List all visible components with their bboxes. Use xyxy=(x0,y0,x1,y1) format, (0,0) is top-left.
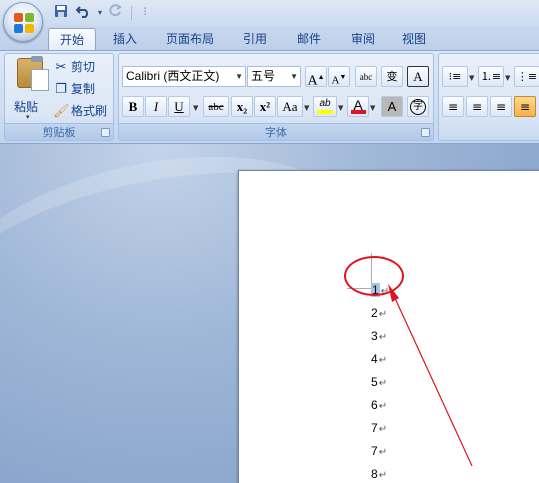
bullets-dropdown-icon[interactable]: ▼ xyxy=(469,74,474,82)
quick-access-toolbar: ▾ ⫶ xyxy=(0,0,539,28)
paste-dropdown-icon[interactable]: ▾ xyxy=(26,113,30,121)
phonetic-guide-button[interactable]: 变 xyxy=(381,66,403,87)
character-border-button[interactable]: A xyxy=(407,66,429,87)
paintbrush-icon: 🖌 xyxy=(53,104,70,119)
justify-button[interactable]: ≡ xyxy=(514,96,536,117)
font-size-dropdown-icon[interactable]: ▼ xyxy=(290,67,298,86)
font-size-value: 五号 xyxy=(251,69,276,83)
underline-dropdown-icon[interactable]: ▼ xyxy=(193,104,198,112)
cut-label: 剪切 xyxy=(71,60,96,74)
font-color-swatch xyxy=(351,110,366,114)
format-painter-button[interactable]: 🖌格式刷 xyxy=(53,101,107,121)
format-painter-label: 格式刷 xyxy=(71,104,108,118)
office-logo-icon xyxy=(14,13,34,33)
font-launcher-icon[interactable] xyxy=(421,128,430,137)
tab-mailings[interactable]: 邮件 xyxy=(287,28,331,50)
paste-icon xyxy=(17,56,49,91)
tab-references[interactable]: 引用 xyxy=(233,28,277,50)
clear-formatting-button[interactable]: abc xyxy=(355,66,377,87)
paragraph-group: ⁝≡ ▼ ⒈≡ ▼ ⋮≡ ≡ ≡ ≡ ≡ xyxy=(438,53,539,141)
tab-home[interactable]: 开始 xyxy=(48,28,96,50)
enclose-characters-button[interactable]: 字 xyxy=(407,96,429,117)
align-left-button[interactable]: ≡ xyxy=(442,96,464,117)
change-case-button[interactable]: Aa xyxy=(277,96,303,117)
font-group-label: 字体 xyxy=(119,123,433,140)
font-color-button[interactable]: A xyxy=(347,96,369,117)
tab-view[interactable]: 视图 xyxy=(392,28,436,50)
save-icon[interactable] xyxy=(52,4,70,22)
clipboard-group-label: 剪贴板 xyxy=(5,123,113,140)
subscript-button[interactable]: x₂ xyxy=(231,96,253,117)
clipboard-group: 粘贴 ▾ ✂ 剪切 ❐ 复制 🖌格式刷 剪贴板 xyxy=(4,53,114,141)
bullets-button[interactable]: ⁝≡ xyxy=(442,66,468,87)
text-highlight-button[interactable]: ab xyxy=(313,96,337,117)
cut-button[interactable]: ✂ 剪切 xyxy=(53,57,95,77)
shrink-font-button[interactable]: A▼ xyxy=(328,66,350,87)
highlight-color-swatch xyxy=(317,110,333,114)
undo-icon[interactable] xyxy=(74,4,92,22)
clipboard-launcher-icon[interactable] xyxy=(101,128,110,137)
font-name-dropdown-icon[interactable]: ▼ xyxy=(235,67,243,86)
change-case-dropdown-icon[interactable]: ▼ xyxy=(304,104,309,112)
copy-label: 复制 xyxy=(71,82,96,96)
font-name-select[interactable]: Calibri (西文正文) ▼ xyxy=(122,66,246,87)
office-button[interactable] xyxy=(3,2,43,42)
customize-qa-icon[interactable]: ⫶ xyxy=(136,4,154,22)
tab-review[interactable]: 审阅 xyxy=(341,28,385,50)
qa-separator xyxy=(131,6,132,20)
tab-page-layout[interactable]: 页面布局 xyxy=(158,28,222,50)
scissors-icon: ✂ xyxy=(55,60,67,75)
ribbon-tabs: 开始 插入 页面布局 引用 邮件 审阅 视图 xyxy=(0,26,539,50)
font-group: Calibri (西文正文) ▼ 五号 ▼ A▲ A▼ abc 变 A B I … xyxy=(118,53,434,141)
align-right-button[interactable]: ≡ xyxy=(490,96,512,117)
character-shading-button[interactable]: A xyxy=(381,96,403,117)
font-color-dropdown-icon[interactable]: ▼ xyxy=(370,104,375,112)
multilevel-list-button[interactable]: ⋮≡ xyxy=(514,66,539,87)
redo-icon[interactable] xyxy=(106,4,124,22)
grow-font-button[interactable]: A▲ xyxy=(305,66,327,89)
copy-icon: ❐ xyxy=(55,82,67,97)
paste-button[interactable]: 粘贴 ▾ xyxy=(11,56,49,122)
underline-button[interactable]: U xyxy=(168,96,190,117)
document-area: 1 ↵ 2↵ 3↵ 4↵ 5↵ 6↵ 7↵ 7↵ 8↵ xyxy=(0,144,539,483)
tab-insert[interactable]: 插入 xyxy=(103,28,147,50)
ribbon: 粘贴 ▾ ✂ 剪切 ❐ 复制 🖌格式刷 剪贴板 Calibri (西文正文) ▼ 五… xyxy=(0,50,539,144)
font-size-select[interactable]: 五号 ▼ xyxy=(247,66,301,87)
align-center-button[interactable]: ≡ xyxy=(466,96,488,117)
bold-button[interactable]: B xyxy=(122,96,144,117)
numbering-dropdown-icon[interactable]: ▼ xyxy=(505,74,510,82)
font-name-value: Calibri (西文正文) xyxy=(126,69,220,83)
superscript-button[interactable]: x² xyxy=(254,96,276,117)
highlight-dropdown-icon[interactable]: ▼ xyxy=(338,104,343,112)
italic-button[interactable]: I xyxy=(145,96,167,117)
numbering-button[interactable]: ⒈≡ xyxy=(478,66,504,87)
strikethrough-button[interactable]: abc xyxy=(203,96,229,117)
annotation-arrow xyxy=(388,284,473,467)
copy-button[interactable]: ❐ 复制 xyxy=(53,79,95,99)
